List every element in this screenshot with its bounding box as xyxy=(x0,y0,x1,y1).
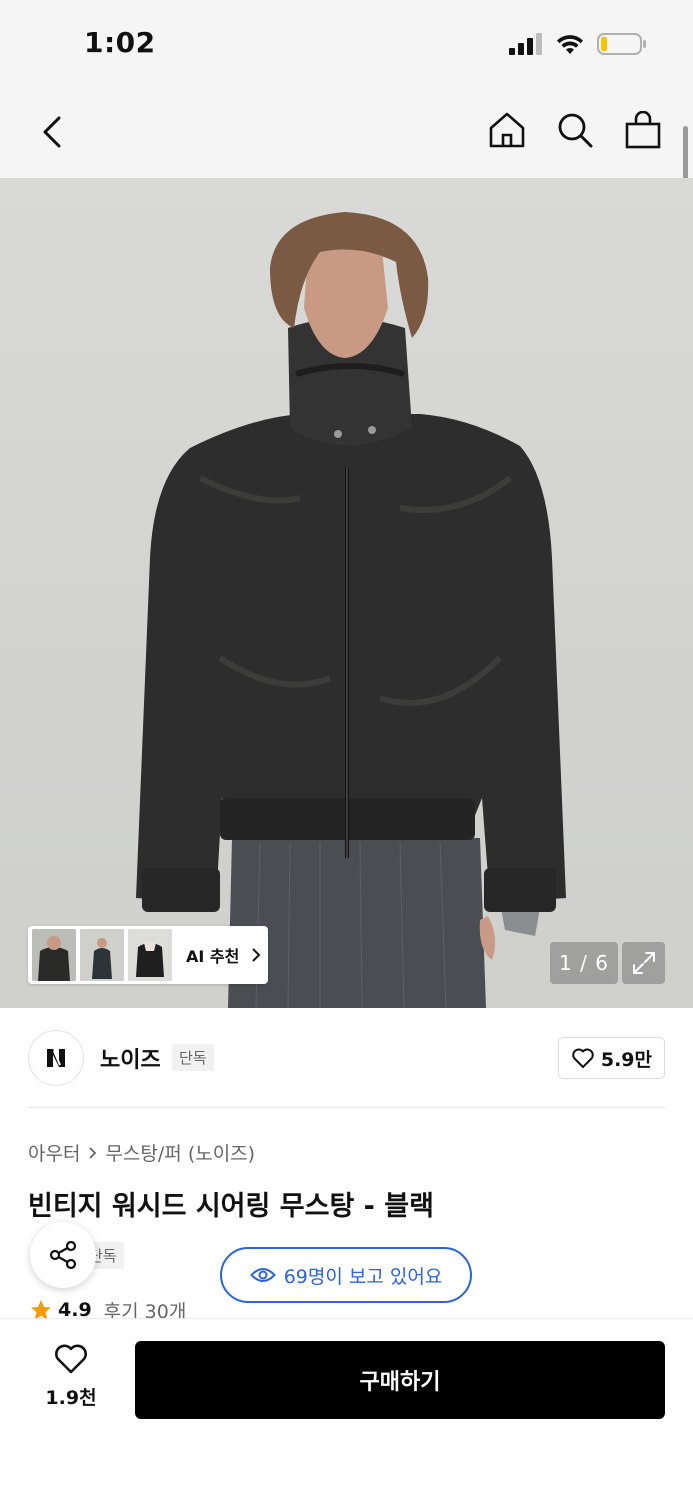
share-button[interactable] xyxy=(30,1222,96,1288)
cellular-signal-icon xyxy=(509,33,543,59)
chevron-right-icon xyxy=(89,1146,97,1159)
status-bar: 1:02 xyxy=(0,0,693,92)
chevron-right-icon xyxy=(252,948,261,962)
cart-button[interactable] xyxy=(623,108,663,152)
nav-actions xyxy=(487,108,663,152)
status-time: 1:02 xyxy=(84,26,156,59)
breadcrumb: 아우터 무스탕/퍼 (노이즈) xyxy=(28,1139,255,1166)
brand-logo[interactable] xyxy=(28,1030,84,1086)
product-title: 빈티지 워시드 시어링 무스탕 - 블랙 xyxy=(28,1191,434,1222)
battery-icon xyxy=(597,32,647,60)
share-icon xyxy=(49,1240,77,1270)
wishlist-button[interactable]: 1.9천 xyxy=(36,1343,106,1410)
brand-like-button[interactable]: 5.9만 xyxy=(557,1037,665,1079)
ai-thumbnail-3[interactable] xyxy=(128,929,172,981)
product-image-gallery[interactable]: AI 추천 1 / 6 xyxy=(0,178,693,1008)
ai-thumbnail-1[interactable] xyxy=(32,929,76,981)
brand-row[interactable]: 노이즈 단독 5.9만 xyxy=(28,1030,665,1086)
top-nav-bar xyxy=(0,92,693,178)
back-button[interactable] xyxy=(32,110,72,154)
buy-button[interactable]: 구매하기 xyxy=(135,1341,665,1419)
exclusive-badge: 단독 xyxy=(172,1044,214,1071)
breadcrumb-item-subcategory[interactable]: 무스탕/퍼 (노이즈) xyxy=(105,1139,255,1166)
status-icons xyxy=(509,32,647,60)
ai-recommend-label: AI 추천 xyxy=(186,947,240,966)
wifi-icon xyxy=(555,33,585,59)
brand-name[interactable]: 노이즈 xyxy=(100,1042,161,1074)
shopping-bag-icon xyxy=(625,111,661,149)
bottom-action-bar: 1.9천 구매하기 xyxy=(0,1318,693,1500)
home-button[interactable] xyxy=(487,108,527,152)
home-icon xyxy=(489,112,525,148)
search-icon xyxy=(558,113,593,148)
brand-like-count: 5.9만 xyxy=(600,1048,652,1071)
gallery-page-counter: 1 / 6 xyxy=(550,942,618,984)
chevron-left-icon xyxy=(43,116,61,148)
wishlist-count: 1.9천 xyxy=(45,1387,97,1409)
heart-icon xyxy=(572,1048,594,1068)
expand-gallery-button[interactable] xyxy=(622,942,665,984)
breadcrumb-item-category[interactable]: 아우터 xyxy=(28,1139,80,1166)
viewers-count-pill: 69명이 보고 있어요 xyxy=(220,1247,472,1303)
viewers-count-text: 69명이 보고 있어요 xyxy=(283,1265,443,1288)
product-photo xyxy=(136,212,566,1008)
search-button[interactable] xyxy=(555,108,595,152)
ai-recommend-strip[interactable]: AI 추천 xyxy=(28,926,268,984)
divider xyxy=(28,1107,665,1108)
eye-icon xyxy=(249,1268,276,1282)
expand-icon xyxy=(632,952,655,974)
ai-thumbnail-2[interactable] xyxy=(80,929,124,981)
heart-icon xyxy=(55,1344,87,1374)
brand-logo-mark xyxy=(47,1049,65,1067)
